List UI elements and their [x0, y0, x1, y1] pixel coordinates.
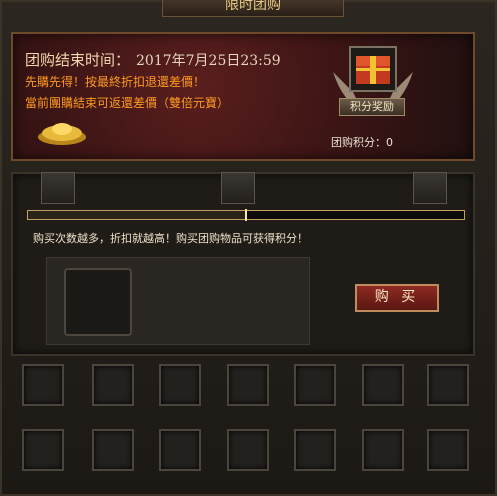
reward-label: 积分奖励: [339, 98, 405, 116]
grid-slot[interactable]: [159, 429, 201, 471]
progress-knob-middle: [221, 172, 255, 204]
gold-ingot-icon: [38, 123, 86, 145]
group-buy-window: 限时团购 团购结束时间： 2017年7月25日23:59 先購先得！按最終折扣退還…: [0, 0, 497, 496]
purchase-panel: 购买次数越多，折扣就越高！购买团购物品可获得积分！ 购 买: [11, 172, 475, 356]
grid-slot[interactable]: [92, 429, 134, 471]
discount-progress-bar: [27, 209, 465, 221]
grid-slot[interactable]: [22, 364, 64, 406]
progress-marker: [245, 209, 247, 221]
window-title: 限时团购: [162, 0, 344, 17]
grid-slot[interactable]: [227, 429, 269, 471]
grid-slot[interactable]: [427, 429, 469, 471]
grid-slot[interactable]: [294, 364, 336, 406]
progress-fill: [28, 211, 246, 219]
progress-knob-left: [41, 172, 75, 204]
grid-slot[interactable]: [92, 364, 134, 406]
grid-slot[interactable]: [22, 429, 64, 471]
grid-slot[interactable]: [294, 429, 336, 471]
points-text: 团购积分：0: [331, 136, 393, 149]
first-come-notice: 先購先得！按最終折扣退還差價！: [25, 75, 206, 89]
treasure-chest-icon: [356, 56, 390, 84]
discount-hint: 购买次数越多，折扣就越高！购买团购物品可获得积分！: [33, 232, 308, 245]
reward-emblem[interactable]: 积分奖励: [323, 42, 423, 132]
grid-slot[interactable]: [427, 364, 469, 406]
refund-notice: 當前團購結束可返還差價（雙倍元寶）: [25, 96, 230, 110]
end-time-row: 团购结束时间： 2017年7月25日23:59: [25, 49, 281, 70]
end-time-value: 2017年7月25日23:59: [136, 53, 281, 69]
grid-slot[interactable]: [362, 429, 404, 471]
grid-slot[interactable]: [227, 364, 269, 406]
chest-frame: [349, 46, 397, 92]
item-grid: [22, 364, 477, 484]
grid-slot[interactable]: [362, 364, 404, 406]
grid-slot[interactable]: [159, 364, 201, 406]
info-panel: 团购结束时间： 2017年7月25日23:59 先購先得！按最終折扣退還差價！ 當…: [11, 32, 475, 161]
progress-knob-right: [413, 172, 447, 204]
end-time-label: 团购结束时间：: [25, 51, 131, 69]
item-display-area: [46, 257, 310, 345]
buy-button[interactable]: 购 买: [355, 284, 439, 312]
item-slot[interactable]: [64, 268, 132, 336]
